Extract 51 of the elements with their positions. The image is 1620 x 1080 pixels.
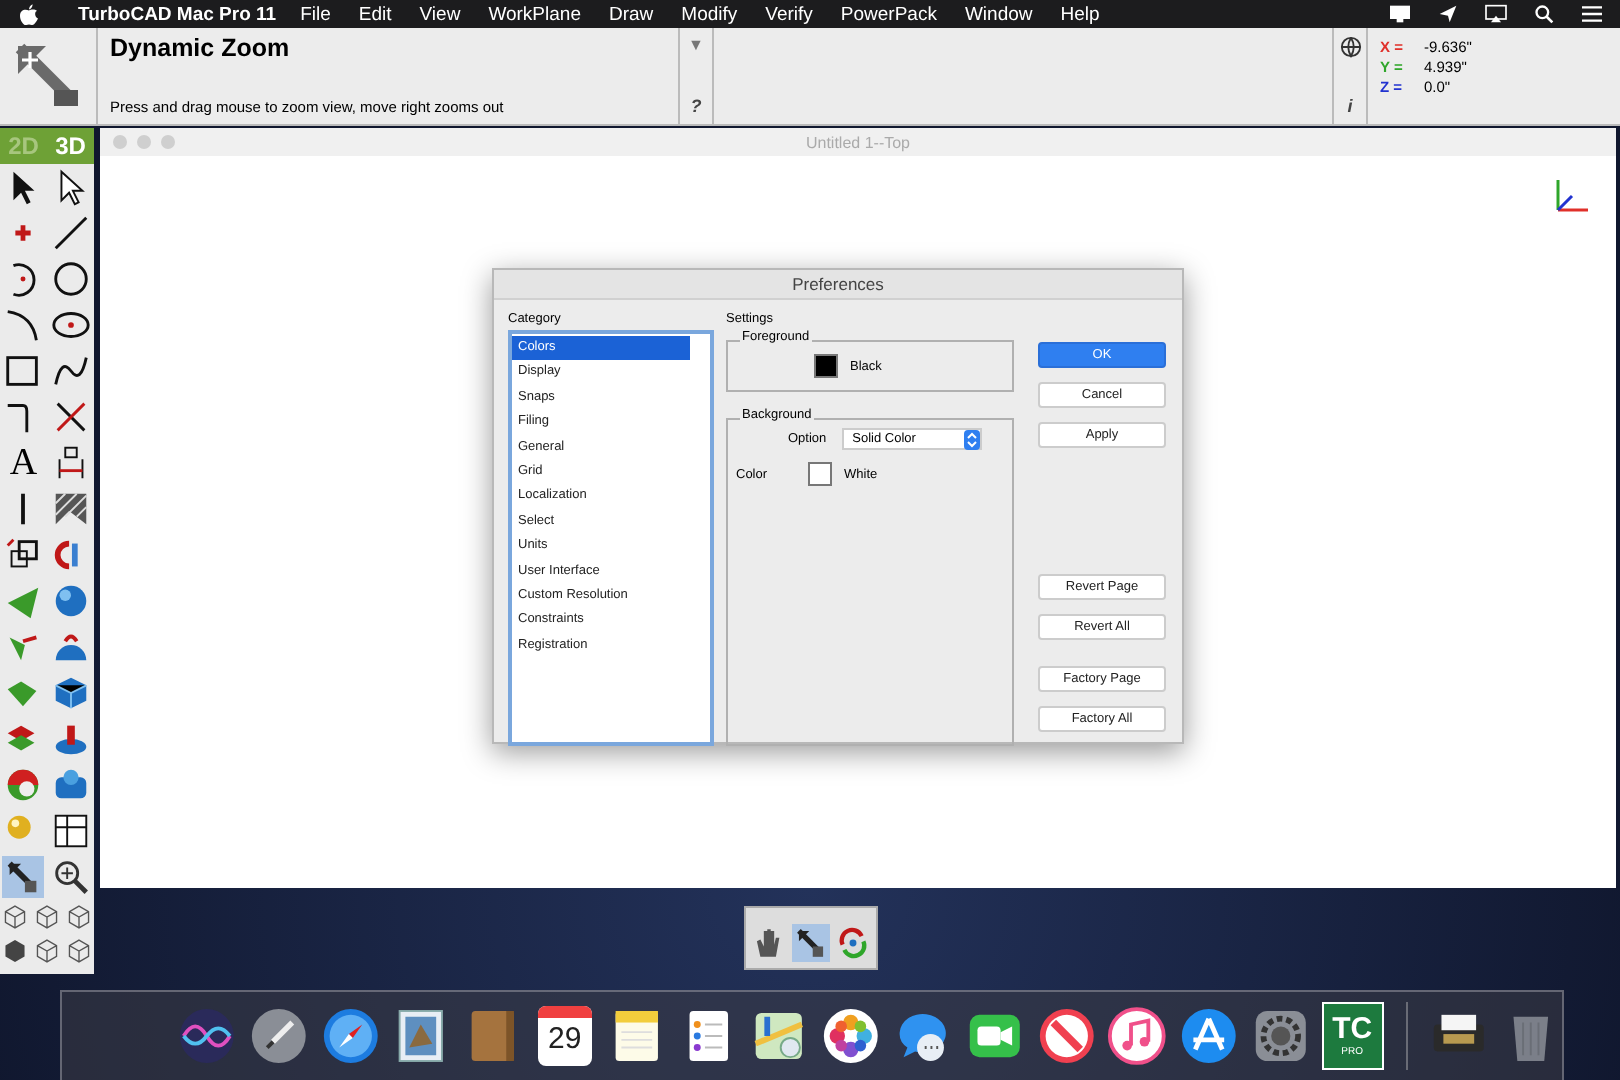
zoom-icon xyxy=(14,42,82,110)
dropdown-arrow[interactable]: ▼ xyxy=(688,36,704,54)
menu-item[interactable]: Edit xyxy=(358,3,392,25)
color-swatch[interactable] xyxy=(808,462,832,486)
monitor-icon[interactable] xyxy=(1388,4,1412,24)
search-icon[interactable] xyxy=(1532,4,1556,24)
app-menu[interactable]: TurboCAD Mac Pro 11 xyxy=(78,3,277,25)
app-store-icon[interactable] xyxy=(1178,1004,1240,1068)
cursor-icon[interactable] xyxy=(1436,4,1460,24)
circle-icon[interactable] xyxy=(49,258,92,300)
menu-item[interactable]: PowerPack xyxy=(840,3,937,25)
calendar-icon[interactable]: 29 xyxy=(537,1006,592,1066)
tool-title: Dynamic Zoom xyxy=(110,34,292,62)
wire-cube-icon[interactable] xyxy=(0,902,31,932)
menu-item[interactable]: Window xyxy=(964,3,1033,25)
magnifier-icon[interactable] xyxy=(49,856,92,898)
menu-item[interactable]: View xyxy=(419,3,461,25)
dialog-title: Preferences xyxy=(494,270,1182,300)
globe-icon[interactable] xyxy=(1339,36,1361,58)
menu-item[interactable]: File xyxy=(300,3,331,25)
hatch-icon[interactable] xyxy=(49,488,92,530)
help-button[interactable]: ? xyxy=(690,96,702,116)
wire-cube-icon[interactable] xyxy=(31,902,62,932)
news-icon[interactable] xyxy=(1035,1004,1097,1068)
info-button[interactable]: i xyxy=(1347,96,1353,116)
wire-cube-icon[interactable] xyxy=(63,936,94,966)
text-tool[interactable]: A xyxy=(2,442,45,484)
flower-icon[interactable] xyxy=(820,1004,882,1068)
wire-cube-icon[interactable] xyxy=(63,902,94,932)
apple-icon[interactable] xyxy=(20,3,38,25)
menu-item[interactable]: Help xyxy=(1060,3,1100,25)
render-window-icon[interactable] xyxy=(49,810,92,852)
window-title: Untitled 1--Top xyxy=(805,133,911,151)
compass-icon[interactable] xyxy=(319,1004,381,1068)
menu-item[interactable]: Modify xyxy=(681,3,738,25)
refresh-icon[interactable] xyxy=(834,924,872,962)
solid-cube-icon[interactable] xyxy=(0,936,31,966)
stepper-icon[interactable] xyxy=(964,429,981,449)
menu-item[interactable]: Verify xyxy=(765,3,813,25)
menu-icon[interactable] xyxy=(1580,4,1604,24)
music-note-icon[interactable] xyxy=(1106,1004,1169,1068)
zoom-icon[interactable] xyxy=(2,856,45,898)
menu-item[interactable]: Draw xyxy=(608,3,654,25)
color-swatch[interactable] xyxy=(814,354,838,378)
screen-mirror-icon[interactable] xyxy=(1484,4,1508,24)
zoom-icon[interactable] xyxy=(792,924,830,962)
line-icon[interactable] xyxy=(49,212,92,254)
wire-cube-icon[interactable] xyxy=(31,936,62,966)
axis-indicator-icon xyxy=(1552,176,1592,216)
menu-item[interactable]: WorkPlane xyxy=(488,3,581,25)
siri-icon[interactable] xyxy=(176,1004,238,1068)
